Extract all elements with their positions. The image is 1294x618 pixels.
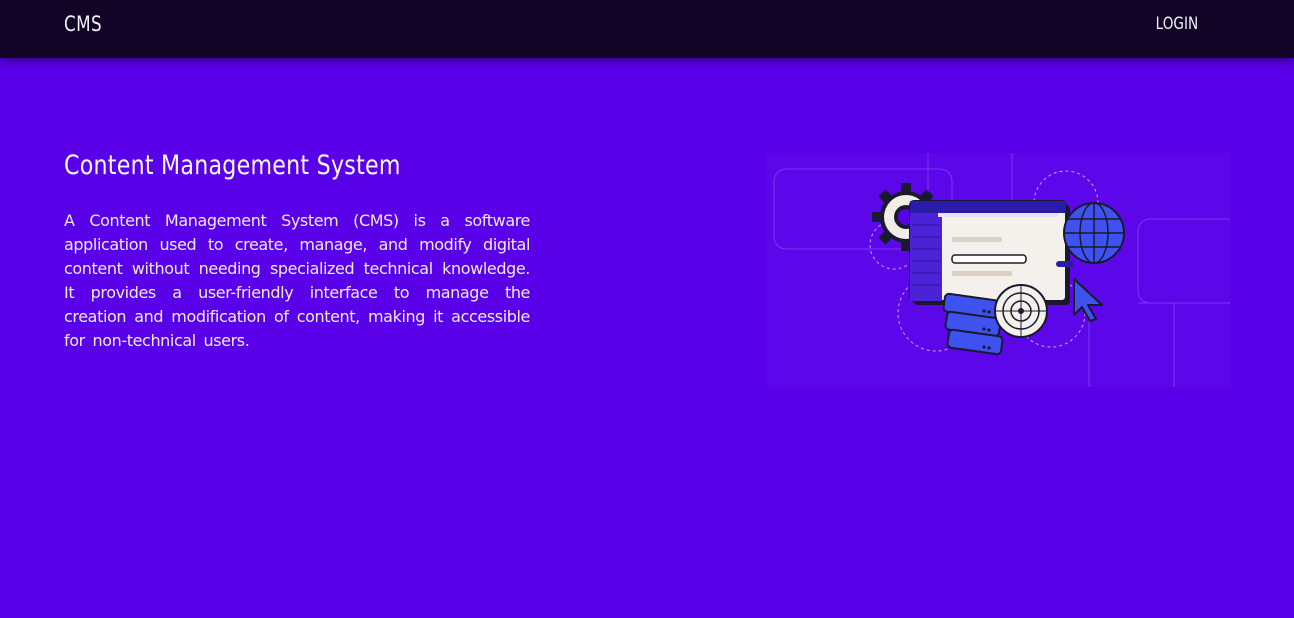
hero-section: Content Management System A Content Mana… [64, 150, 530, 353]
cms-illustration [766, 153, 1230, 387]
server-stack-icon [942, 292, 1004, 356]
hero-title: Content Management System [64, 150, 401, 181]
top-navbar: CMS LOGIN [0, 0, 1294, 58]
brand-logo-link[interactable]: CMS [64, 12, 102, 36]
target-icon [994, 284, 1048, 338]
browser-window-icon [909, 200, 1074, 305]
globe-icon [1063, 202, 1125, 264]
hero-description: A Content Management System (CMS) is a s… [64, 211, 530, 350]
login-link[interactable]: LOGIN [1155, 14, 1198, 34]
